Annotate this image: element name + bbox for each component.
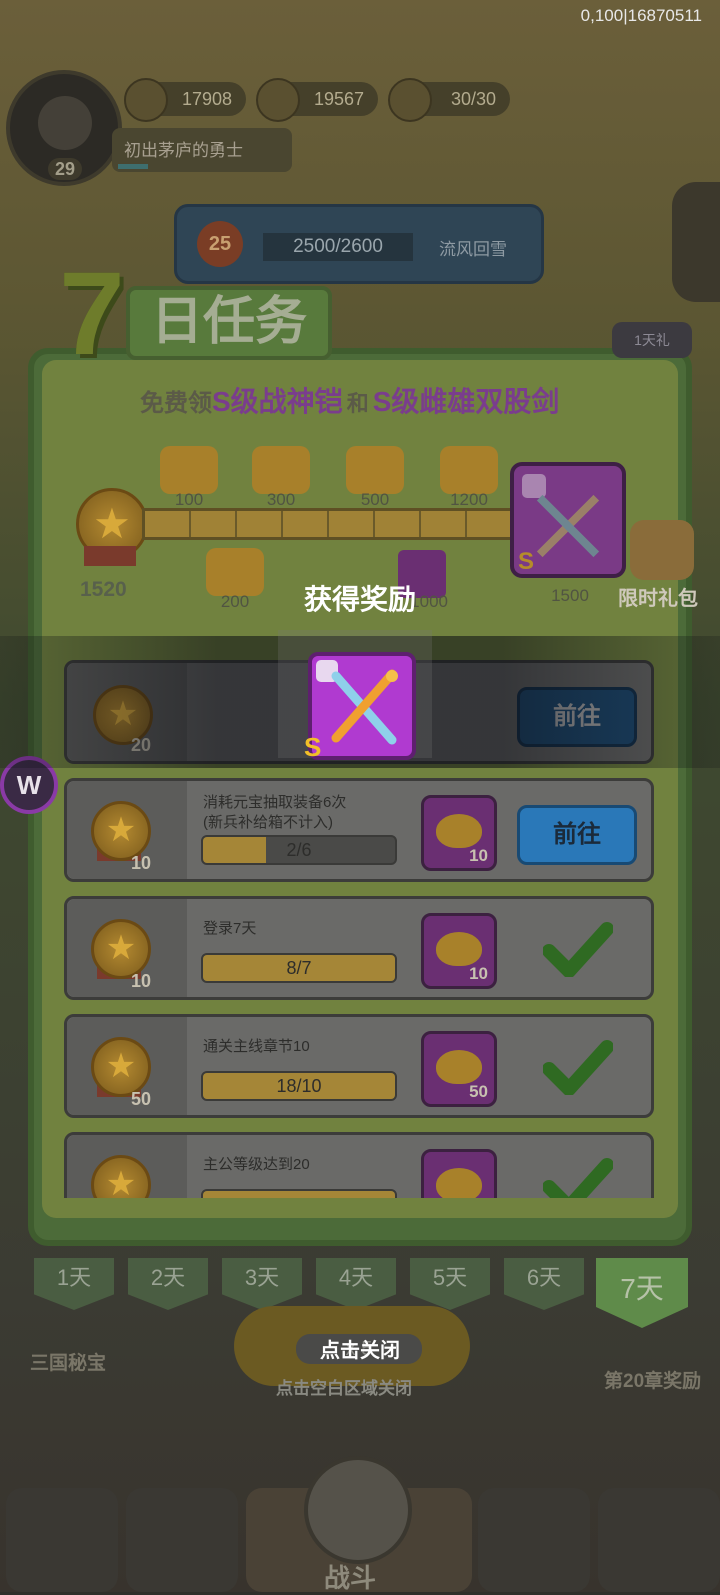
reward-grade: S [304, 732, 322, 762]
crossed-swords-icon [331, 669, 398, 745]
reward-item-sword[interactable]: S [304, 652, 416, 762]
reward-title: 获得奖励 [303, 584, 416, 615]
tap-to-close[interactable]: 点击关闭 [0, 1334, 720, 1363]
